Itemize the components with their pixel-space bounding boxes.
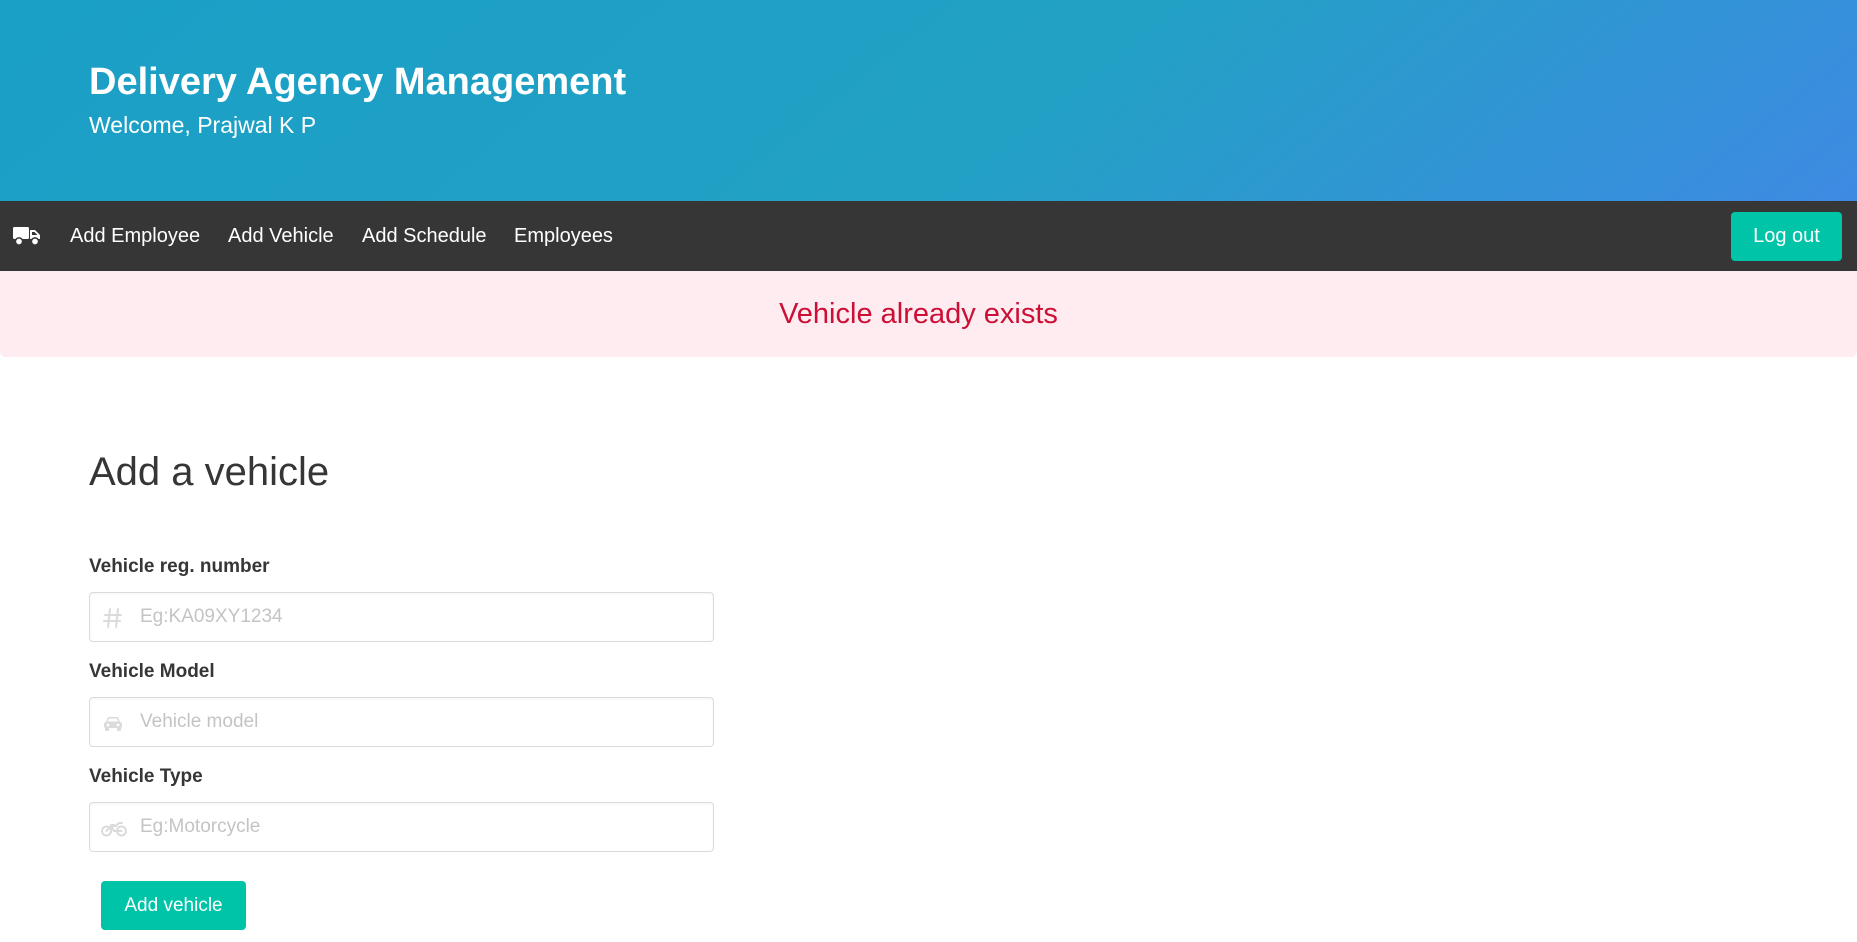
reg-number-input[interactable] [140, 593, 705, 641]
nav-add-schedule[interactable]: Add Schedule [362, 201, 487, 271]
hero-header: Delivery Agency Management Welcome, Praj… [0, 0, 1857, 201]
car-icon [101, 711, 125, 735]
nav-employees[interactable]: Employees [514, 201, 613, 271]
error-message: Vehicle already exists [779, 298, 1058, 330]
add-vehicle-button[interactable]: Add vehicle [101, 881, 246, 930]
error-notification: Vehicle already exists [0, 271, 1857, 357]
reg-number-control [89, 592, 714, 642]
hash-icon [101, 606, 125, 630]
vehicle-model-label: Vehicle Model [89, 661, 215, 682]
vehicle-model-input[interactable] [140, 698, 705, 746]
motorcycle-icon [101, 816, 127, 840]
vehicle-type-input[interactable] [140, 803, 705, 851]
welcome-message: Welcome, Prajwal K P [89, 112, 317, 138]
truck-icon[interactable] [13, 225, 41, 247]
page-title: Delivery Agency Management [89, 61, 627, 103]
nav-add-employee[interactable]: Add Employee [70, 201, 200, 271]
logout-button[interactable]: Log out [1731, 212, 1842, 261]
vehicle-model-control [89, 697, 714, 747]
nav-add-vehicle[interactable]: Add Vehicle [228, 201, 334, 271]
reg-number-label: Vehicle reg. number [89, 556, 270, 577]
vehicle-type-control [89, 802, 714, 852]
form-heading: Add a vehicle [89, 450, 330, 494]
vehicle-type-label: Vehicle Type [89, 766, 203, 787]
top-navbar: Add Employee Add Vehicle Add Schedule Em… [0, 201, 1857, 271]
